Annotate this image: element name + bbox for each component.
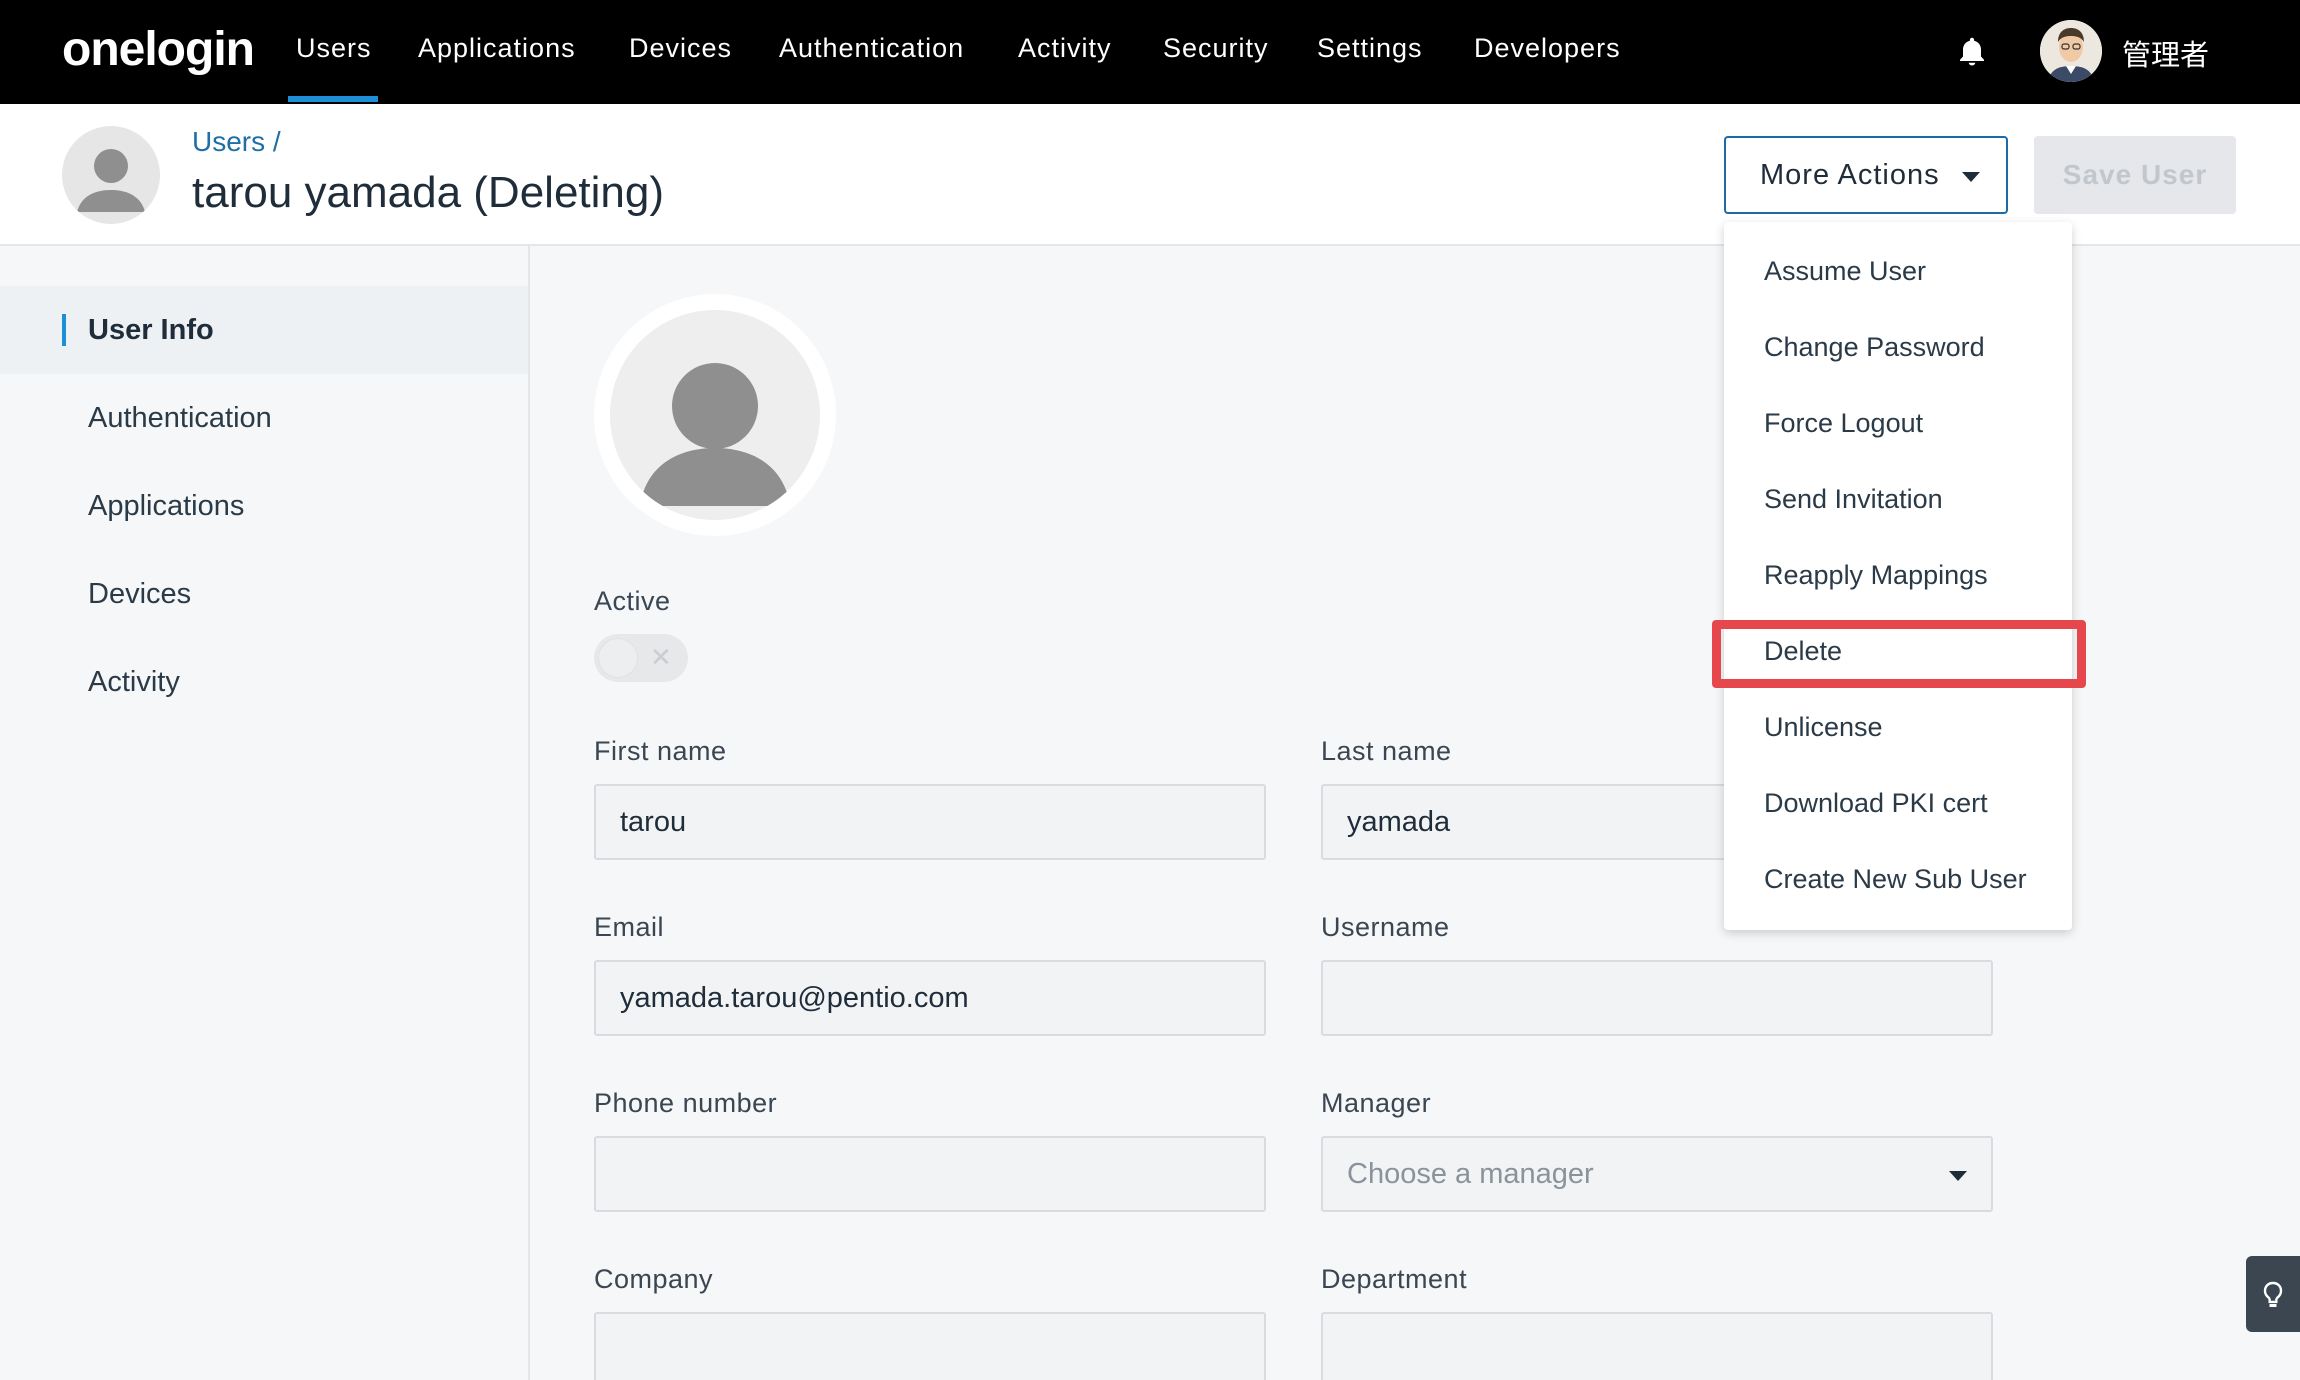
manager-select[interactable]: Choose a manager <box>1321 1136 1993 1212</box>
lightbulb-icon <box>2263 1281 2283 1307</box>
admin-name[interactable]: 管理者 <box>2122 32 2209 74</box>
phone-field[interactable] <box>594 1136 1266 1212</box>
nav-item-devices[interactable]: Devices <box>629 33 732 64</box>
menu-item-assume-user[interactable]: Assume User <box>1764 256 1926 287</box>
first-name-field[interactable]: tarou <box>594 784 1266 860</box>
close-icon: ✕ <box>650 642 672 672</box>
user-avatar <box>62 126 160 224</box>
active-label: Active <box>594 586 671 616</box>
menu-item-create-new-sub-user[interactable]: Create New Sub User <box>1764 864 2027 895</box>
email-field[interactable]: yamada.tarou@pentio.com <box>594 960 1266 1036</box>
sidebar-item-authentication[interactable]: Authentication <box>88 402 272 435</box>
phone-label: Phone number <box>594 1088 778 1118</box>
profile-photo[interactable] <box>594 294 836 536</box>
bell-icon[interactable] <box>1954 34 1990 70</box>
active-toggle[interactable]: ✕ <box>594 634 688 682</box>
sidebar-item-devices[interactable]: Devices <box>88 578 191 611</box>
breadcrumb[interactable]: Users / <box>192 126 281 158</box>
department-label: Department <box>1321 1264 1468 1294</box>
company-label: Company <box>594 1264 714 1294</box>
onelogin-logo[interactable]: onelogin <box>62 22 255 77</box>
more-actions-button[interactable]: More Actions <box>1724 136 2008 214</box>
email-label: Email <box>594 912 665 942</box>
menu-item-change-password[interactable]: Change Password <box>1764 332 1985 363</box>
top-nav: onelogin Users Applications Devices Auth… <box>0 0 2300 104</box>
menu-item-reapply-mappings[interactable]: Reapply Mappings <box>1764 560 1988 591</box>
caret-down-icon <box>1962 172 1980 182</box>
nav-item-applications[interactable]: Applications <box>418 33 576 64</box>
manager-label: Manager <box>1321 1088 1432 1118</box>
more-actions-label: More Actions <box>1760 159 1940 191</box>
menu-item-download-pki-cert[interactable]: Download PKI cert <box>1764 788 1988 819</box>
toggle-knob <box>598 638 638 678</box>
nav-item-authentication[interactable]: Authentication <box>779 33 964 64</box>
menu-item-unlicense[interactable]: Unlicense <box>1764 712 1883 743</box>
nav-item-users[interactable]: Users <box>296 33 372 64</box>
sidebar-active-indicator <box>62 314 66 346</box>
nav-item-settings[interactable]: Settings <box>1317 33 1423 64</box>
company-field[interactable] <box>594 1312 1266 1380</box>
username-label: Username <box>1321 912 1450 942</box>
sidebar-item-applications[interactable]: Applications <box>88 490 244 523</box>
save-user-button[interactable]: Save User <box>2034 136 2236 214</box>
sidebar-item-user-info[interactable]: User Info <box>88 314 214 347</box>
avatar[interactable] <box>2040 20 2102 82</box>
more-actions-menu: Assume User Change Password Force Logout… <box>1724 222 2072 930</box>
last-name-label: Last name <box>1321 736 1452 766</box>
nav-item-security[interactable]: Security <box>1163 33 1269 64</box>
delete-highlight-box <box>1712 620 2086 688</box>
menu-item-send-invitation[interactable]: Send Invitation <box>1764 484 1943 515</box>
menu-item-force-logout[interactable]: Force Logout <box>1764 408 1923 439</box>
active-nav-indicator <box>288 96 378 102</box>
nav-item-activity[interactable]: Activity <box>1018 33 1112 64</box>
department-field[interactable] <box>1321 1312 1993 1380</box>
manager-placeholder: Choose a manager <box>1347 1158 1594 1190</box>
sidebar: User Info Authentication Applications De… <box>0 246 530 1380</box>
nav-item-developers[interactable]: Developers <box>1474 33 1621 64</box>
first-name-label: First name <box>594 736 727 766</box>
help-tab[interactable] <box>2246 1256 2300 1332</box>
chevron-down-icon <box>1949 1171 1967 1181</box>
username-field[interactable] <box>1321 960 1993 1036</box>
sidebar-active-background <box>0 286 528 374</box>
page-title: tarou yamada (Deleting) <box>192 168 665 217</box>
sidebar-item-activity[interactable]: Activity <box>88 666 180 699</box>
